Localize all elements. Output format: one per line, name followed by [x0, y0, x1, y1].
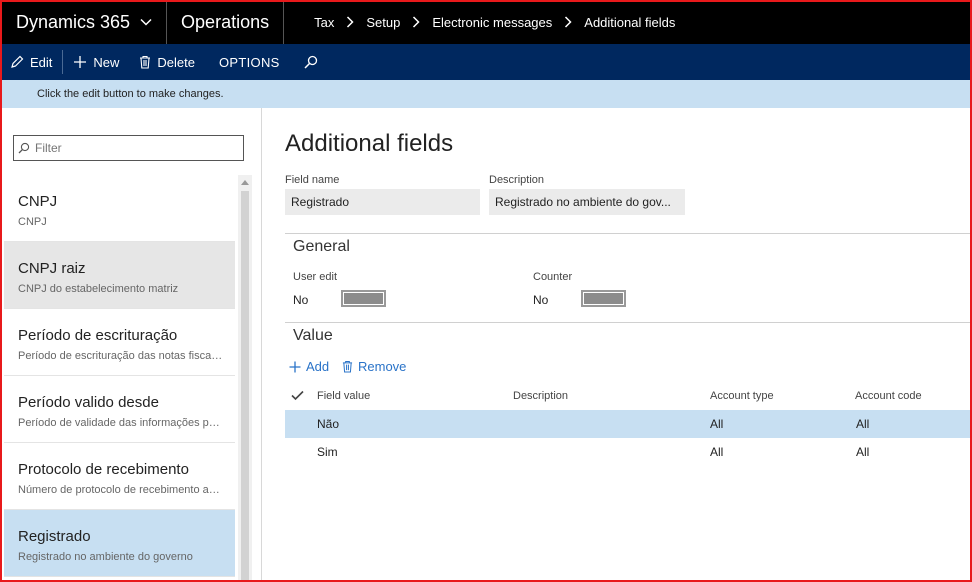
- list-item-subtitle: Período de escrituração das notas fiscai…: [18, 350, 223, 362]
- list-item[interactable]: CNPJ raiz CNPJ do estabelecimento matriz: [4, 242, 235, 309]
- description-field[interactable]: Registrado no ambiente do gov...: [489, 189, 685, 215]
- list-item-selected[interactable]: Registrado Registrado no ambiente do gov…: [4, 510, 235, 577]
- user-edit-toggle[interactable]: [341, 290, 386, 307]
- toggle-knob: [344, 293, 383, 304]
- list-item-title: Protocolo de recebimento: [18, 461, 189, 478]
- cell-account-type: All: [710, 417, 724, 431]
- chevron-right-icon: [413, 16, 420, 28]
- list-item-title: Período valido desde: [18, 394, 159, 411]
- value-section-header[interactable]: Value: [293, 327, 333, 345]
- search-button[interactable]: [290, 44, 334, 80]
- grid-header: Field value Description Account type Acc…: [285, 385, 972, 409]
- scroll-up-arrow-icon[interactable]: [241, 179, 249, 185]
- cell-field-value: Sim: [317, 445, 338, 459]
- action-pane: Edit New Delete OPTIONS: [0, 44, 972, 80]
- general-section-header[interactable]: General: [293, 238, 350, 256]
- list-item-subtitle: Registrado no ambiente do governo: [18, 551, 193, 563]
- list-item-subtitle: CNPJ do estabelecimento matriz: [18, 283, 179, 295]
- cell-account-type: All: [710, 445, 724, 459]
- plus-icon: [74, 56, 87, 68]
- cell-account-code: All: [856, 417, 870, 431]
- page-title: Additional fields: [285, 130, 454, 157]
- list-item-subtitle: Número de protocolo de recebimento assin…: [18, 484, 223, 496]
- add-button[interactable]: Add: [289, 359, 329, 374]
- top-nav: Dynamics 365 Operations Tax Setup Electr…: [0, 0, 972, 44]
- record-list: CNPJ CNPJ CNPJ raiz CNPJ do estabelecime…: [4, 175, 235, 577]
- table-row[interactable]: Sim All All: [285, 438, 972, 466]
- breadcrumb-item[interactable]: Additional fields: [584, 15, 675, 30]
- list-item-title: CNPJ: [18, 193, 58, 210]
- list-scrollbar[interactable]: [238, 175, 252, 582]
- filter-input[interactable]: [35, 141, 235, 155]
- info-message: Click the edit button to make changes.: [37, 88, 224, 100]
- list-item-title: Período de escrituração: [18, 327, 178, 344]
- edit-label: Edit: [30, 54, 53, 70]
- section-divider: [285, 233, 972, 234]
- options-button[interactable]: OPTIONS: [205, 44, 290, 80]
- table-row[interactable]: Não All All: [285, 410, 972, 438]
- counter-label: Counter: [533, 271, 573, 283]
- cell-account-code: All: [856, 445, 870, 459]
- trash-icon: [140, 55, 151, 69]
- trash-icon: [342, 360, 353, 373]
- field-name-field[interactable]: Registrado: [285, 189, 480, 215]
- pencil-icon: [11, 55, 24, 68]
- counter-value: No: [533, 293, 549, 307]
- new-button[interactable]: New: [63, 44, 129, 80]
- new-label: New: [93, 54, 120, 70]
- detail-pane: Additional fields Field name Registrado …: [263, 108, 972, 582]
- list-item-title: Registrado: [18, 528, 91, 545]
- list-item-subtitle: CNPJ: [18, 216, 47, 228]
- toggle-knob: [584, 293, 623, 304]
- counter-toggle[interactable]: [581, 290, 626, 307]
- column-header-description[interactable]: Description: [513, 390, 568, 402]
- description-label: Description: [489, 174, 545, 186]
- list-item[interactable]: CNPJ CNPJ: [4, 175, 235, 242]
- search-icon: [18, 142, 30, 154]
- breadcrumb: Tax Setup Electronic messages Additional…: [314, 15, 675, 30]
- list-item[interactable]: Protocolo de recebimento Número de proto…: [4, 443, 235, 510]
- add-label: Add: [306, 359, 330, 374]
- column-header-account-code[interactable]: Account code: [855, 390, 922, 402]
- remove-label: Remove: [358, 359, 407, 374]
- delete-label: Delete: [157, 54, 195, 70]
- user-edit-label: User edit: [293, 271, 338, 283]
- scroll-thumb[interactable]: [241, 191, 249, 582]
- info-message-bar: Click the edit button to make changes.: [0, 80, 972, 108]
- app-switcher[interactable]: Dynamics 365: [0, 0, 168, 44]
- list-item[interactable]: Período de escrituração Período de escri…: [4, 309, 235, 376]
- column-header-field-value[interactable]: Field value: [317, 390, 370, 402]
- section-divider: [285, 322, 972, 323]
- chevron-right-icon: [347, 16, 354, 28]
- column-header-account-type[interactable]: Account type: [710, 390, 774, 402]
- field-name-label: Field name: [285, 174, 340, 186]
- breadcrumb-item[interactable]: Tax: [314, 15, 334, 30]
- delete-button[interactable]: Delete: [129, 44, 205, 80]
- search-icon: [304, 55, 317, 69]
- filter-field[interactable]: [13, 135, 244, 161]
- remove-button[interactable]: Remove: [342, 359, 406, 374]
- list-item[interactable]: Período valido desde Período de validade…: [4, 376, 235, 443]
- list-pane: CNPJ CNPJ CNPJ raiz CNPJ do estabelecime…: [0, 108, 262, 582]
- breadcrumb-item[interactable]: Setup: [366, 15, 400, 30]
- cell-field-value: Não: [317, 417, 340, 431]
- list-item-subtitle: Período de validade das informações pres…: [18, 417, 223, 429]
- list-item-title: CNPJ raiz: [18, 260, 86, 277]
- edit-button[interactable]: Edit: [0, 44, 62, 80]
- user-edit-value: No: [293, 293, 309, 307]
- brand-name: Dynamics 365: [16, 11, 131, 32]
- chevron-down-icon: [140, 18, 152, 26]
- chevron-right-icon: [565, 16, 572, 28]
- select-all-checkmark-icon[interactable]: [291, 390, 304, 401]
- plus-icon: [289, 361, 301, 372]
- breadcrumb-item[interactable]: Electronic messages: [432, 15, 552, 30]
- module-name[interactable]: Operations: [167, 0, 285, 44]
